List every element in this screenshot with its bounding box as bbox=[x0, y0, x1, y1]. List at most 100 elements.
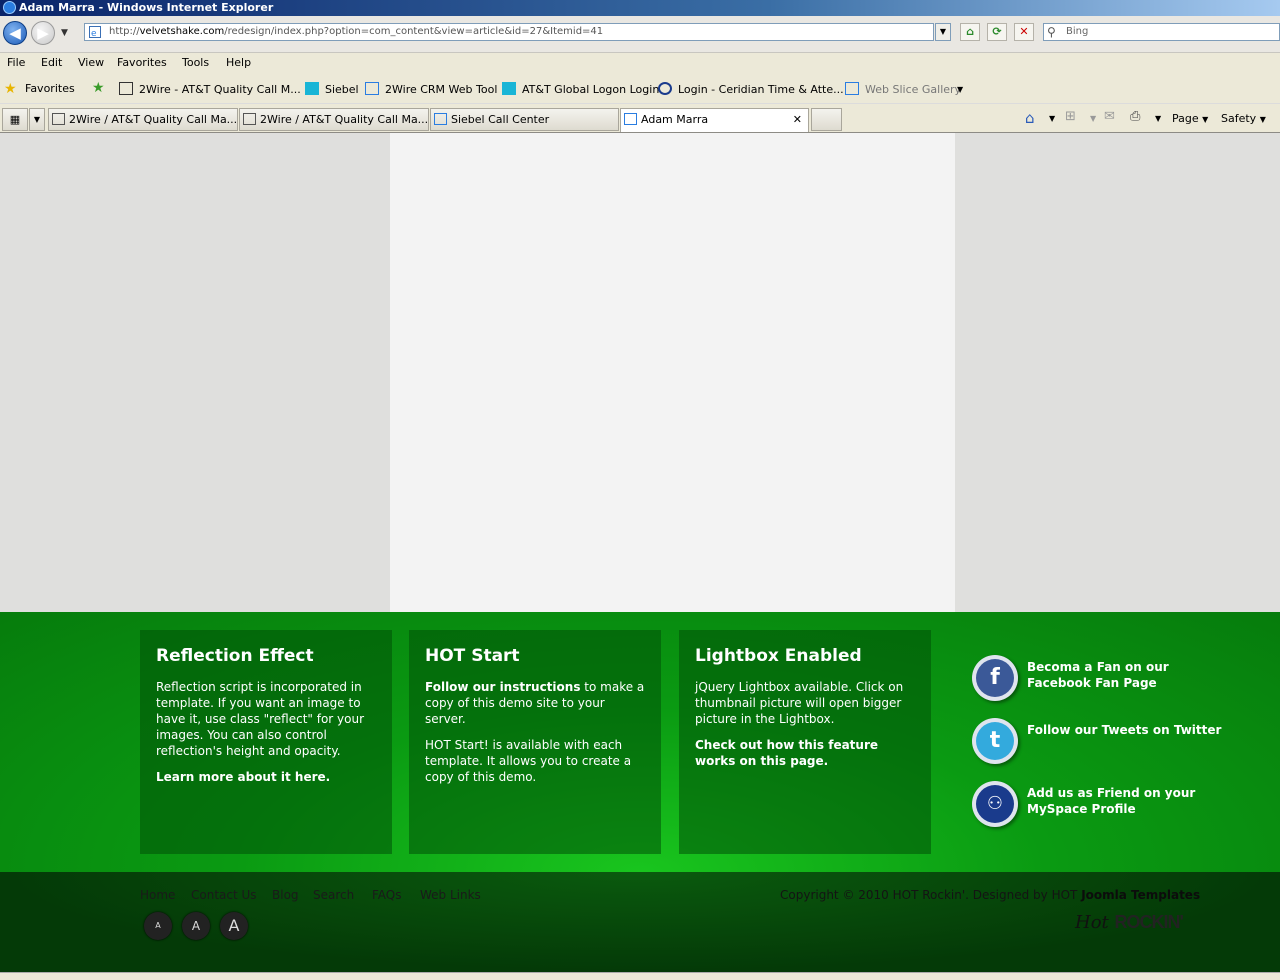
address-text[interactable]: http://velvetshake.com/redesign/index.ph… bbox=[109, 26, 603, 37]
footer-link-contact[interactable]: Contact Us bbox=[191, 888, 257, 902]
web-slice-dropdown-icon[interactable]: ▼ bbox=[957, 85, 963, 94]
logo-script: Hot bbox=[1075, 912, 1109, 933]
favorites-bar: ★ Favorites ★ 2Wire - AT&T Quality Call … bbox=[0, 75, 1280, 103]
svg-text:e: e bbox=[91, 29, 97, 38]
favorite-link-web-slice-gallery[interactable]: Web Slice Gallery bbox=[865, 83, 961, 96]
search-placeholder: Bing bbox=[1066, 26, 1089, 37]
add-to-favorites-icon[interactable]: ★ bbox=[92, 80, 105, 96]
close-tab-icon[interactable]: ✕ bbox=[793, 109, 802, 130]
2wire-icon bbox=[52, 113, 65, 125]
tab-2wire-quality-2[interactable]: 2Wire / AT&T Quality Call Ma... bbox=[239, 108, 429, 131]
feeds-icon[interactable]: ⊞ bbox=[1065, 109, 1076, 124]
ceridian-icon bbox=[658, 82, 672, 95]
recent-pages-dropdown-icon[interactable]: ▼ bbox=[61, 28, 68, 38]
footer: Home Contact Us Blog Search FAQs Web Lin… bbox=[0, 872, 1280, 972]
search-icon: ⚲ bbox=[1047, 25, 1056, 39]
menu-view[interactable]: View bbox=[78, 56, 104, 69]
hot-start-box: HOT Start Follow our instructions to mak… bbox=[409, 630, 661, 854]
print-icon[interactable]: ⎙ bbox=[1130, 109, 1140, 124]
address-dropdown-icon[interactable]: ▼ bbox=[935, 23, 951, 41]
forward-button[interactable]: ▶ bbox=[31, 21, 55, 45]
stop-icon[interactable]: ✕ bbox=[1014, 23, 1034, 41]
menu-favorites[interactable]: Favorites bbox=[117, 56, 167, 69]
chevron-down-icon: ▼ bbox=[1202, 115, 1209, 124]
favorite-link-ceridian[interactable]: Login - Ceridian Time & Atte... bbox=[678, 83, 844, 96]
compatibility-view-icon[interactable]: ⌂ bbox=[960, 23, 980, 41]
box-text: Reflection script is incorporated in tem… bbox=[156, 680, 365, 758]
menu-bar: File Edit View Favorites Tools Help bbox=[0, 53, 1280, 75]
back-button[interactable]: ◀ bbox=[3, 21, 27, 45]
font-size-large-button[interactable]: A bbox=[220, 912, 248, 940]
favorite-link-2wire-quality[interactable]: 2Wire - AT&T Quality Call M... bbox=[139, 83, 301, 96]
tab-siebel-call-center[interactable]: Siebel Call Center bbox=[430, 108, 619, 131]
new-tab-button[interactable] bbox=[811, 108, 842, 131]
tab-list-dropdown-icon[interactable]: ▼ bbox=[29, 108, 45, 131]
font-size-small-button[interactable]: A bbox=[144, 912, 172, 940]
2wire-icon bbox=[119, 82, 133, 95]
box-title: Reflection Effect bbox=[156, 646, 314, 666]
search-input[interactable]: ⚲ Bing bbox=[1043, 23, 1280, 41]
2wire-icon bbox=[243, 113, 256, 125]
footer-link-faqs[interactable]: FAQs bbox=[372, 888, 402, 902]
footer-link-search[interactable]: Search bbox=[313, 888, 354, 902]
tab-label: Siebel Call Center bbox=[451, 113, 550, 126]
menu-edit[interactable]: Edit bbox=[41, 56, 62, 69]
tab-label: Adam Marra bbox=[641, 113, 709, 126]
page-icon: e bbox=[89, 26, 101, 39]
feature-band: Reflection Effect Reflection script is i… bbox=[0, 612, 1280, 872]
ie-page-icon bbox=[365, 82, 379, 95]
footer-link-web-links[interactable]: Web Links bbox=[420, 888, 481, 902]
box-text: Follow our instructions to make a copy o… bbox=[425, 679, 645, 727]
check-out-link[interactable]: Check out how this feature works on this… bbox=[695, 737, 915, 769]
social-text: Follow our Tweets on Twitter bbox=[1027, 723, 1222, 737]
safety-menu[interactable]: Safety ▼ bbox=[1221, 112, 1266, 125]
hot-rockin-logo: Hot ROCKIN' bbox=[1075, 912, 1184, 933]
facebook-icon: f bbox=[972, 655, 1018, 701]
twitter-link[interactable]: t Follow our Tweets on Twitter bbox=[972, 718, 1272, 766]
ie-page-icon bbox=[624, 113, 637, 125]
address-bar[interactable]: e http://velvetshake.com/redesign/index.… bbox=[84, 23, 934, 41]
home-dropdown-icon[interactable]: ▼ bbox=[1049, 114, 1055, 123]
box-text: HOT Start! is available with each templa… bbox=[425, 738, 632, 784]
menu-help[interactable]: Help bbox=[226, 56, 251, 69]
navigation-toolbar: ◀ ▶ ▼ e http://velvetshake.com/redesign/… bbox=[0, 16, 1280, 53]
refresh-icon[interactable]: ⟳ bbox=[987, 23, 1007, 41]
tab-bar: ▦ ▼ 2Wire / AT&T Quality Call Ma... 2Wir… bbox=[0, 104, 1280, 133]
facebook-link[interactable]: f Becoma a Fan on our Facebook Fan Page bbox=[972, 655, 1272, 703]
learn-more-link[interactable]: Learn more about it here. bbox=[156, 769, 376, 785]
footer-link-home[interactable]: Home bbox=[140, 888, 175, 902]
box-text: jQuery Lightbox available. Click on thum… bbox=[695, 680, 904, 726]
quick-tabs-icon[interactable]: ▦ bbox=[2, 108, 28, 131]
ie-page-icon bbox=[434, 113, 447, 125]
window-title-bar: Adam Marra - Windows Internet Explorer bbox=[0, 0, 1280, 16]
favorites-button[interactable]: Favorites bbox=[25, 82, 75, 95]
home-icon[interactable]: ⌂ bbox=[1025, 109, 1035, 127]
menu-file[interactable]: File bbox=[7, 56, 25, 69]
box-title: Lightbox Enabled bbox=[695, 646, 862, 666]
siebel-icon bbox=[305, 82, 319, 95]
lightbox-box: Lightbox Enabled jQuery Lightbox availab… bbox=[679, 630, 931, 854]
left-background bbox=[0, 133, 390, 612]
favorite-link-2wire-crm[interactable]: 2Wire CRM Web Tool bbox=[385, 83, 497, 96]
page-menu[interactable]: Page ▼ bbox=[1172, 112, 1208, 125]
social-text: Becoma a Fan on our Facebook Fan Page bbox=[1027, 660, 1169, 690]
att-icon bbox=[502, 82, 516, 95]
font-size-medium-button[interactable]: A bbox=[182, 912, 210, 940]
favorites-star-icon: ★ bbox=[4, 81, 17, 97]
window-title: Adam Marra - Windows Internet Explorer bbox=[19, 1, 274, 14]
read-mail-icon[interactable]: ✉ bbox=[1104, 109, 1115, 124]
copyright-label: Copyright © 2010 HOT Rockin'. Designed b… bbox=[780, 888, 1082, 902]
joomla-templates-link[interactable]: Joomla Templates bbox=[1081, 888, 1200, 902]
favorite-link-siebel[interactable]: Siebel bbox=[325, 83, 359, 96]
favorite-link-att-logon[interactable]: AT&T Global Logon Login bbox=[522, 83, 659, 96]
tab-2wire-quality-1[interactable]: 2Wire / AT&T Quality Call Ma... bbox=[48, 108, 238, 131]
feeds-dropdown-icon[interactable]: ▼ bbox=[1090, 114, 1096, 123]
print-dropdown-icon[interactable]: ▼ bbox=[1155, 114, 1161, 123]
twitter-icon: t bbox=[972, 718, 1018, 764]
follow-instructions-link[interactable]: Follow our instructions bbox=[425, 680, 580, 694]
safety-menu-label: Safety bbox=[1221, 112, 1257, 125]
tab-adam-marra[interactable]: Adam Marra ✕ bbox=[620, 108, 809, 132]
footer-link-blog[interactable]: Blog bbox=[272, 888, 299, 902]
myspace-link[interactable]: ⚇ Add us as Friend on your MySpace Profi… bbox=[972, 781, 1272, 829]
menu-tools[interactable]: Tools bbox=[182, 56, 209, 69]
